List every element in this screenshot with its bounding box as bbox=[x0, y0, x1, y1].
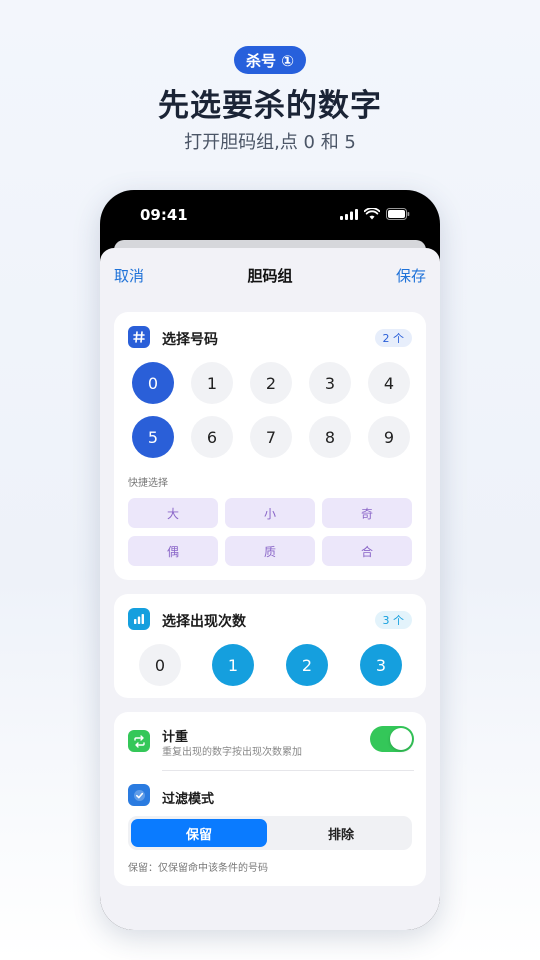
filter-keep-option[interactable]: 保留 bbox=[131, 819, 267, 847]
weight-toggle[interactable] bbox=[370, 726, 414, 752]
digit-8[interactable]: 8 bbox=[309, 416, 351, 458]
digit-2[interactable]: 2 bbox=[250, 362, 292, 404]
occurrence-0[interactable]: 0 bbox=[139, 644, 181, 686]
filter-hint: 保留：仅保留命中该条件的号码 bbox=[128, 863, 268, 874]
status-icons bbox=[340, 208, 410, 220]
status-time: 09:41 bbox=[140, 206, 188, 224]
bar-chart-icon bbox=[128, 608, 150, 630]
nav-bar: 取消 胆码组 保存 bbox=[100, 248, 440, 300]
occurrence-1[interactable]: 1 bbox=[212, 644, 254, 686]
occurrence-card-title: 选择出现次数 bbox=[162, 614, 246, 630]
occurrence-card: 选择出现次数 3 个 0 1 2 3 bbox=[114, 594, 426, 698]
status-bar: 09:41 bbox=[100, 190, 440, 240]
save-button[interactable]: 保存 bbox=[396, 265, 426, 286]
occurrence-3[interactable]: 3 bbox=[360, 644, 402, 686]
digit-0[interactable]: 0 bbox=[132, 362, 174, 404]
nav-title: 胆码组 bbox=[247, 267, 293, 285]
quick-select-label: 快捷选择 bbox=[128, 478, 168, 489]
weight-subtitle: 重复出现的数字按出现次数累加 bbox=[162, 747, 302, 758]
filter-mode-segmented-control: 保留 排除 bbox=[128, 816, 412, 850]
digit-6[interactable]: 6 bbox=[191, 416, 233, 458]
settings-divider bbox=[162, 770, 414, 771]
sheet: 取消 胆码组 保存 选择号码 2 个 0 1 2 3 4 5 6 7 8 9 快… bbox=[100, 248, 440, 930]
quick-composite-button[interactable]: 合 bbox=[322, 536, 412, 566]
occurrence-2[interactable]: 2 bbox=[286, 644, 328, 686]
digit-1[interactable]: 1 bbox=[191, 362, 233, 404]
numbers-card-title: 选择号码 bbox=[162, 332, 218, 348]
quick-odd-button[interactable]: 奇 bbox=[322, 498, 412, 528]
digit-7[interactable]: 7 bbox=[250, 416, 292, 458]
battery-icon bbox=[386, 208, 410, 220]
promo-subline: 打开胆码组,点 0 和 5 bbox=[184, 132, 356, 153]
digit-5[interactable]: 5 bbox=[132, 416, 174, 458]
repeat-icon bbox=[128, 730, 150, 752]
filter-exclude-option[interactable]: 排除 bbox=[273, 819, 409, 847]
quick-small-button[interactable]: 小 bbox=[225, 498, 315, 528]
occurrence-count-badge: 3 个 bbox=[374, 611, 412, 629]
settings-card: 计重 重复出现的数字按出现次数累加 过滤模式 保留 排除 保留：仅保留命中该条件… bbox=[114, 712, 426, 886]
promo-headline: 先选要杀的数字 bbox=[158, 88, 382, 124]
numbers-count-badge: 2 个 bbox=[374, 329, 412, 347]
digit-3[interactable]: 3 bbox=[309, 362, 351, 404]
filter-mode-title: 过滤模式 bbox=[162, 792, 215, 807]
quick-big-button[interactable]: 大 bbox=[128, 498, 218, 528]
promo-badge: 杀号 ① bbox=[234, 46, 306, 74]
hash-icon bbox=[128, 326, 150, 348]
toggle-knob bbox=[390, 728, 412, 750]
quick-even-button[interactable]: 偶 bbox=[128, 536, 218, 566]
cellular-signal-icon bbox=[340, 208, 358, 220]
wifi-icon bbox=[364, 208, 380, 220]
digit-4[interactable]: 4 bbox=[368, 362, 410, 404]
phone-frame: 09:41 取消 胆码组 保存 选择号码 2 个 0 1 2 3 4 5 6 7… bbox=[100, 190, 440, 930]
quick-prime-button[interactable]: 质 bbox=[225, 536, 315, 566]
checkmark-badge-icon bbox=[128, 784, 150, 806]
numbers-card: 选择号码 2 个 0 1 2 3 4 5 6 7 8 9 快捷选择 大 小 奇 … bbox=[114, 312, 426, 580]
digit-9[interactable]: 9 bbox=[368, 416, 410, 458]
